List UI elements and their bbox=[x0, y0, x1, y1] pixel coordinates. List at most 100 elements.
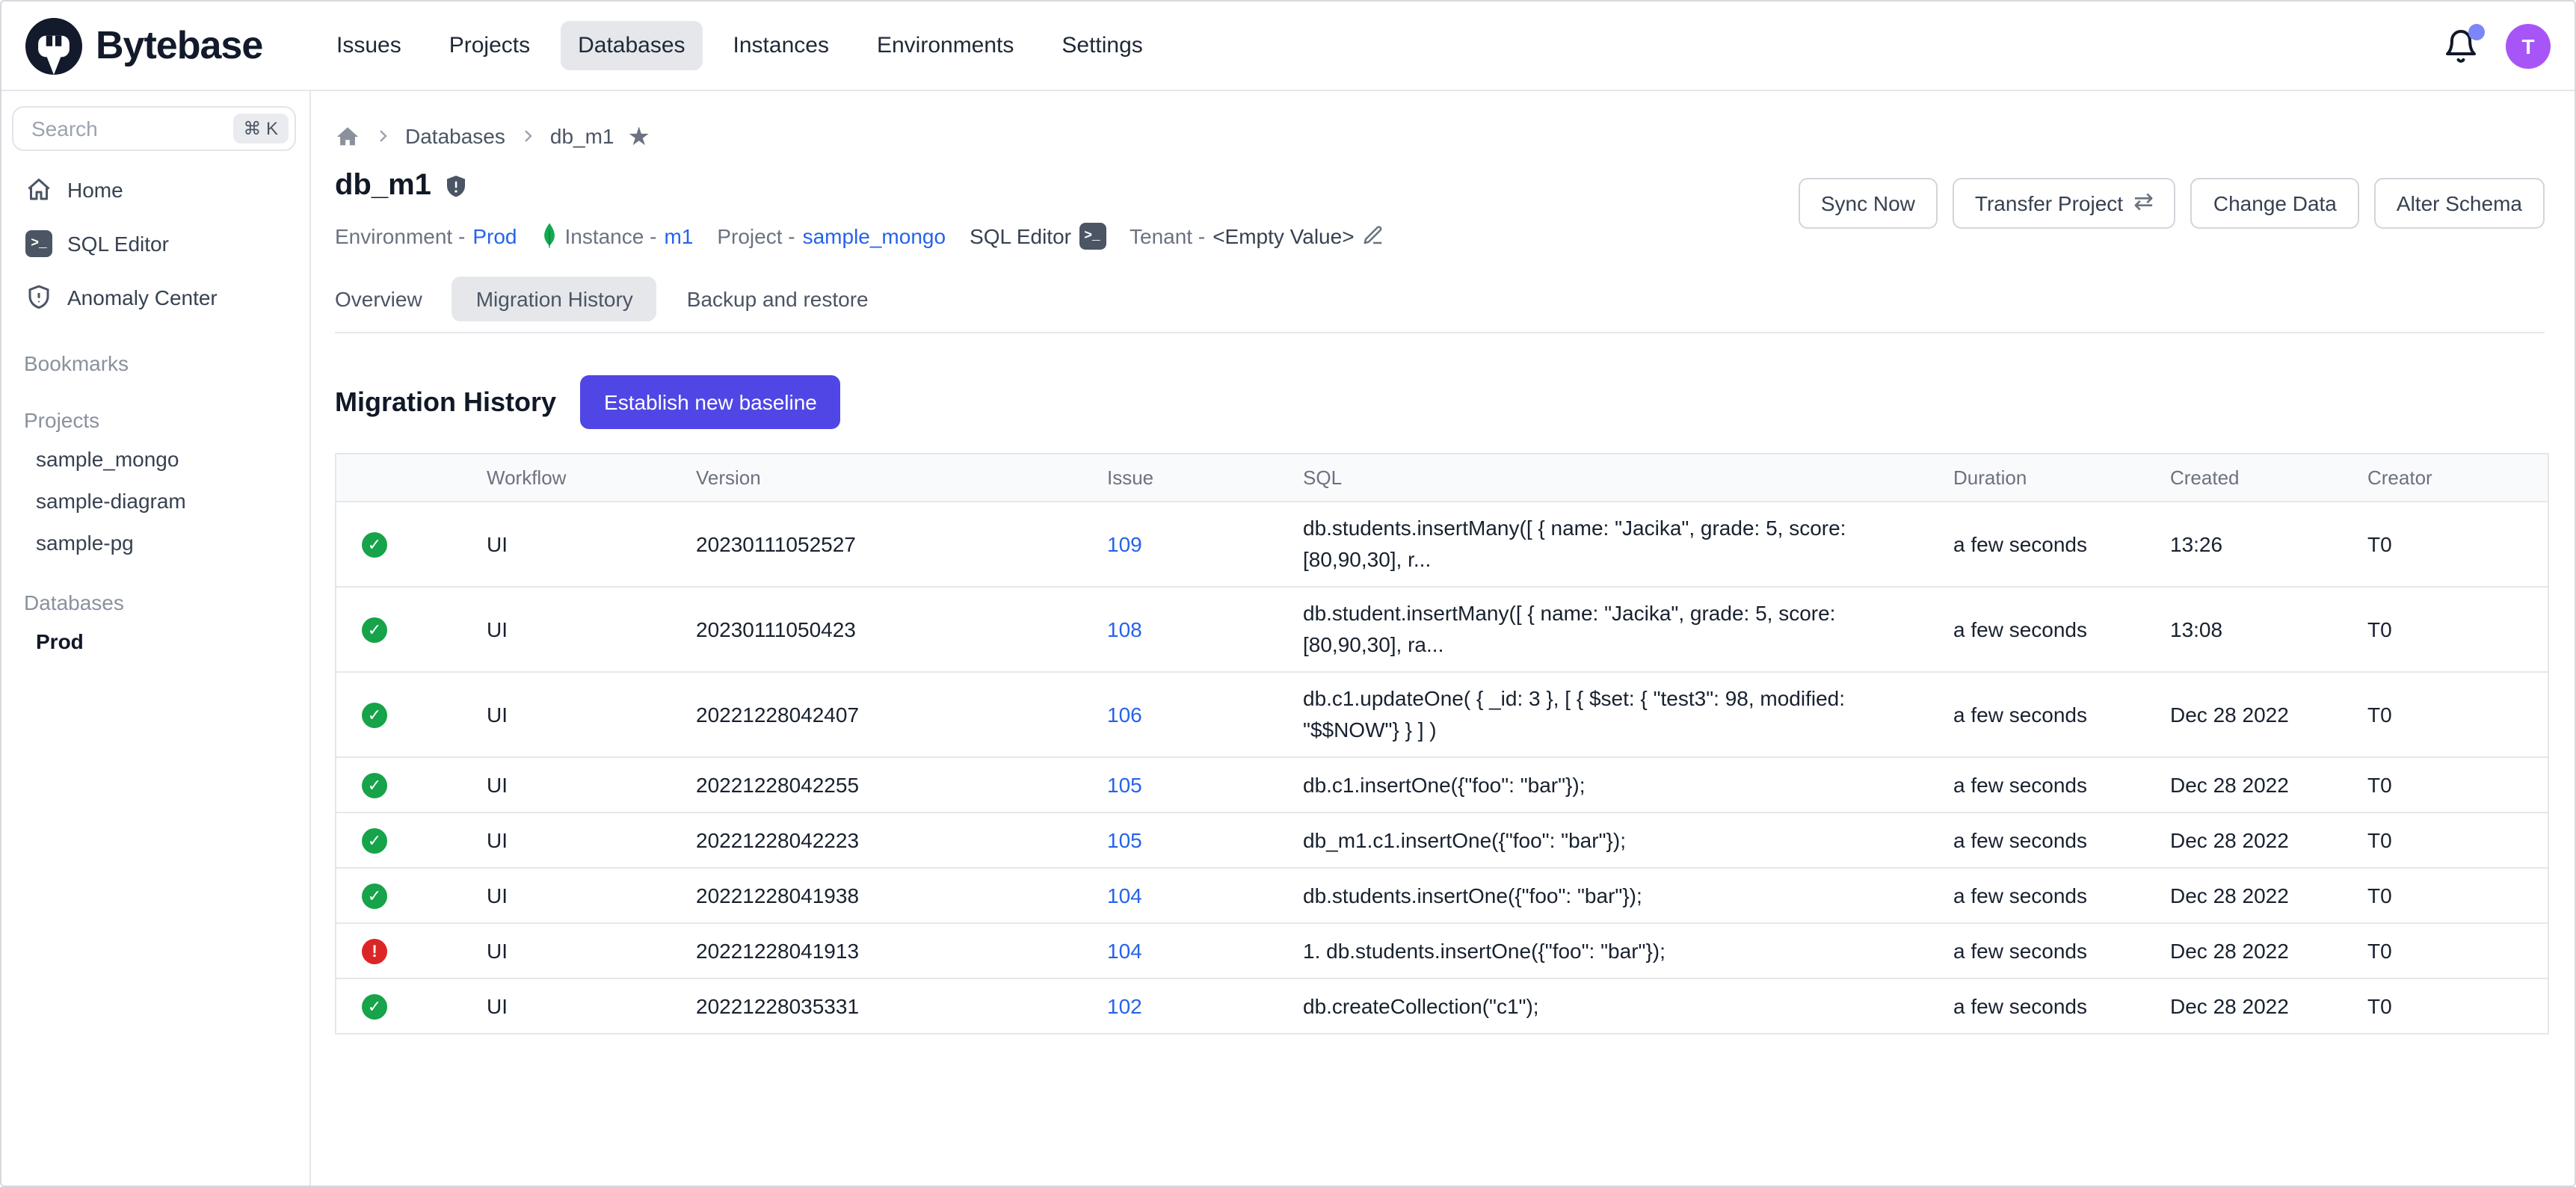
instance-link[interactable]: m1 bbox=[664, 223, 693, 247]
creator-cell: T0 bbox=[2366, 672, 2548, 757]
migration-history-table: Workflow Version Issue SQL Duration Crea… bbox=[335, 453, 2549, 1035]
sidebar-item-anomaly-center[interactable]: Anomaly Center bbox=[1, 271, 309, 324]
version-cell: 20221228042223 bbox=[694, 813, 1106, 868]
notification-dot bbox=[2468, 23, 2485, 40]
button-label: Change Data bbox=[2213, 191, 2337, 215]
creator-cell: T0 bbox=[2366, 923, 2548, 978]
nav-item-databases[interactable]: Databases bbox=[560, 21, 703, 70]
search-shortcut-badge: ⌘ K bbox=[232, 114, 289, 144]
bookmark-star-icon[interactable]: ★ bbox=[628, 123, 651, 149]
issue-link[interactable]: 104 bbox=[1107, 884, 1142, 907]
change-data-button[interactable]: Change Data bbox=[2191, 178, 2359, 229]
nav-item-issues[interactable]: Issues bbox=[318, 21, 419, 70]
workflow-cell: UI bbox=[485, 672, 694, 757]
tab-backup-and-restore[interactable]: Backup and restore bbox=[687, 277, 869, 321]
issue-link[interactable]: 105 bbox=[1107, 828, 1142, 852]
table-row: ✓ UI 20221228041938 104 db.students.inse… bbox=[336, 868, 2548, 923]
breadcrumb-databases[interactable]: Databases bbox=[405, 124, 505, 148]
project-link[interactable]: sample_mongo bbox=[803, 223, 946, 247]
chevron-right-icon bbox=[374, 127, 392, 145]
home-icon bbox=[25, 176, 52, 203]
created-cell: Dec 28 2022 bbox=[2169, 813, 2366, 868]
workflow-cell: UI bbox=[485, 923, 694, 978]
column-issue: Issue bbox=[1106, 454, 1301, 502]
search-box[interactable]: ⌘ K bbox=[12, 106, 296, 151]
duration-cell: a few seconds bbox=[1952, 978, 2169, 1034]
project-label: Project - bbox=[717, 223, 795, 247]
establish-new-baseline-button[interactable]: Establish new baseline bbox=[580, 375, 841, 429]
sql-cell: db.createCollection("c1"); bbox=[1301, 978, 1952, 1034]
duration-cell: a few seconds bbox=[1952, 923, 2169, 978]
mongodb-leaf-icon bbox=[540, 221, 557, 250]
workflow-cell: UI bbox=[485, 502, 694, 587]
transfer-icon: ⇄ bbox=[2133, 191, 2154, 215]
shield-alert-icon bbox=[25, 284, 52, 311]
created-cell: Dec 28 2022 bbox=[2169, 868, 2366, 923]
version-cell: 20221228041938 bbox=[694, 868, 1106, 923]
tab-bar: Overview Migration History Backup and re… bbox=[335, 277, 2545, 333]
sync-now-button[interactable]: Sync Now bbox=[1799, 178, 1938, 229]
sidebar-project-sample-pg[interactable]: sample-pg bbox=[1, 522, 309, 564]
sql-cell: db.students.insertOne({"foo": "bar"}); bbox=[1301, 868, 1952, 923]
breadcrumb-home-icon[interactable] bbox=[335, 123, 360, 149]
nav-item-settings[interactable]: Settings bbox=[1044, 21, 1160, 70]
button-label: Sync Now bbox=[1821, 191, 1915, 215]
column-creator: Creator bbox=[2366, 454, 2548, 502]
transfer-project-button[interactable]: Transfer Project ⇄ bbox=[1953, 178, 2176, 229]
issue-link[interactable]: 104 bbox=[1107, 939, 1142, 963]
issue-link[interactable]: 106 bbox=[1107, 703, 1142, 727]
database-shield-icon bbox=[443, 173, 470, 200]
environment-link[interactable]: Prod bbox=[472, 223, 517, 247]
sidebar-project-sample-mongo[interactable]: sample_mongo bbox=[1, 438, 309, 480]
version-cell: 20221228042255 bbox=[694, 757, 1106, 813]
creator-cell: T0 bbox=[2366, 978, 2548, 1034]
sidebar-item-home[interactable]: Home bbox=[1, 163, 309, 217]
tab-overview[interactable]: Overview bbox=[335, 277, 422, 321]
bytebase-logo-icon bbox=[25, 17, 82, 74]
edit-pencil-icon[interactable] bbox=[1362, 224, 1384, 247]
issue-link[interactable]: 102 bbox=[1107, 994, 1142, 1018]
duration-cell: a few seconds bbox=[1952, 672, 2169, 757]
sql-editor-terminal-icon: >_ bbox=[1079, 222, 1106, 249]
notifications-button[interactable] bbox=[2443, 28, 2479, 64]
sidebar-section-projects: Projects bbox=[1, 402, 309, 438]
sql-cell: db.c1.insertOne({"foo": "bar"}); bbox=[1301, 757, 1952, 813]
table-row: ✓ UI 20230111052527 109 db.students.inse… bbox=[336, 502, 2548, 587]
nav-item-projects[interactable]: Projects bbox=[431, 21, 548, 70]
creator-cell: T0 bbox=[2366, 757, 2548, 813]
sql-editor-link[interactable]: SQL Editor >_ bbox=[970, 222, 1106, 249]
success-status-icon: ✓ bbox=[362, 828, 387, 854]
sql-cell: 1. db.students.insertOne({"foo": "bar"})… bbox=[1301, 923, 1952, 978]
button-label: Alter Schema bbox=[2397, 191, 2522, 215]
issue-link[interactable]: 105 bbox=[1107, 773, 1142, 797]
table-row: ! UI 20221228041913 104 1. db.students.i… bbox=[336, 923, 2548, 978]
column-version: Version bbox=[694, 454, 1106, 502]
table-row: ✓ UI 20221228035331 102 db.createCollect… bbox=[336, 978, 2548, 1034]
created-cell: Dec 28 2022 bbox=[2169, 757, 2366, 813]
nav-item-instances[interactable]: Instances bbox=[715, 21, 847, 70]
bytebase-logo[interactable]: Bytebase bbox=[25, 17, 298, 74]
tab-migration-history[interactable]: Migration History bbox=[452, 277, 657, 321]
creator-cell: T0 bbox=[2366, 868, 2548, 923]
table-header-row: Workflow Version Issue SQL Duration Crea… bbox=[336, 454, 2548, 502]
sidebar-database-prod[interactable]: Prod bbox=[1, 620, 309, 662]
issue-link[interactable]: 108 bbox=[1107, 617, 1142, 641]
duration-cell: a few seconds bbox=[1952, 868, 2169, 923]
sidebar-section-databases: Databases bbox=[1, 585, 309, 620]
table-row: ✓ UI 20221228042407 106 db.c1.updateOne(… bbox=[336, 672, 2548, 757]
tenant-label: Tenant - bbox=[1130, 223, 1205, 247]
avatar[interactable]: T bbox=[2506, 23, 2551, 68]
column-workflow: Workflow bbox=[485, 454, 694, 502]
nav-item-environments[interactable]: Environments bbox=[859, 21, 1032, 70]
header-actions: Sync Now Transfer Project ⇄ Change Data … bbox=[1799, 178, 2545, 229]
search-input[interactable] bbox=[28, 115, 232, 142]
sql-cell: db.student.insertMany([ { name: "Jacika"… bbox=[1301, 587, 1952, 672]
breadcrumb-db-m1[interactable]: db_m1 bbox=[550, 124, 614, 148]
sidebar-item-sql-editor[interactable]: >_ SQL Editor bbox=[1, 217, 309, 271]
issue-link[interactable]: 109 bbox=[1107, 532, 1142, 556]
sidebar-project-sample-diagram[interactable]: sample-diagram bbox=[1, 480, 309, 522]
workflow-cell: UI bbox=[485, 978, 694, 1034]
alter-schema-button[interactable]: Alter Schema bbox=[2374, 178, 2545, 229]
button-label: Transfer Project bbox=[1975, 191, 2123, 215]
sidebar-item-label: SQL Editor bbox=[67, 232, 169, 256]
